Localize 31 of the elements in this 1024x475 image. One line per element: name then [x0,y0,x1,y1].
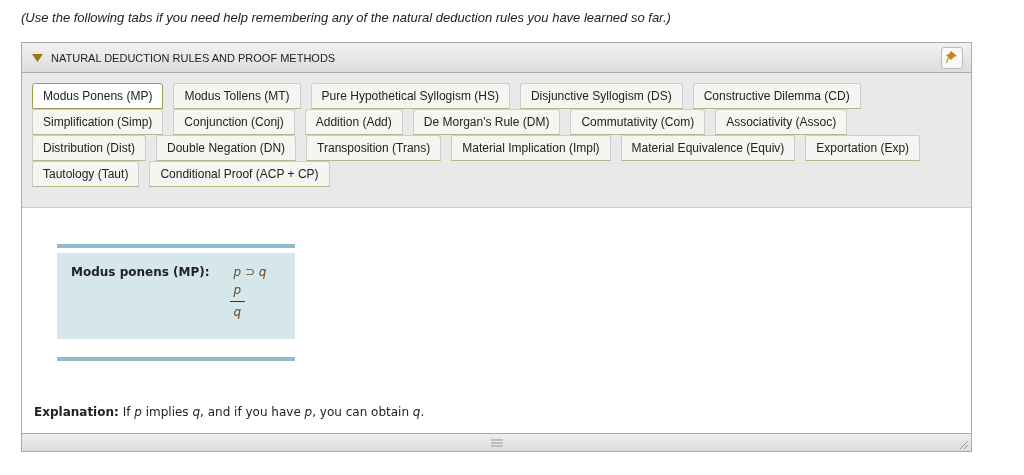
rule-tab[interactable]: Associativity (Assoc) [715,109,848,135]
rule-name: Modus ponens (MP): [71,265,210,281]
rule-tab[interactable]: Conjunction (Conj) [173,109,295,135]
rule-tab[interactable]: Double Negation (DN) [156,135,297,161]
rule-tab[interactable]: Addition (Add) [304,109,403,135]
rule-tab[interactable]: Disjunctive Syllogism (DS) [519,83,683,109]
premise: p ⊃ q [232,265,268,280]
panel-title: NATURAL DEDUCTION RULES AND PROOF METHODS [51,51,337,64]
rule-tab[interactable]: Transposition (Trans) [306,135,442,161]
rule-tab[interactable]: Tautology (Taut) [32,161,140,187]
rule-tab[interactable]: Exportation (Exp) [805,135,921,161]
explanation-text: Explanation: If p implies q, and if you have p, you can obtain q. [34,405,426,419]
rule-tab[interactable]: Material Implication (Impl) [451,135,611,161]
resize-grip-icon[interactable] [958,439,968,449]
rule-tab[interactable]: Pure Hypothetical Syllogism (HS) [310,83,510,109]
rule-tab[interactable]: Constructive Dilemma (CD) [692,83,861,109]
rule-tab[interactable]: Simplification (Simp) [32,109,164,135]
pin-button[interactable] [941,46,963,69]
rule-tab[interactable]: Distribution (Dist) [32,135,146,161]
rule-tab[interactable]: Modus Ponens (MP) [32,83,164,109]
premise: p [232,283,243,298]
rule-tab[interactable]: Conditional Proof (ACP + CP) [149,161,330,187]
conclusion: q [232,305,243,319]
rule-tab[interactable]: Material Equivalence (Equiv) [620,135,796,161]
instruction-text: (Use the following tabs if you need help remembering any of the natural deduction rules you have learned so far.) [21,10,672,25]
pin-icon [946,50,958,65]
drag-handle-icon[interactable] [490,438,503,447]
rule-tab[interactable]: Modus Tollens (MT) [173,83,301,109]
rule-tab[interactable]: De Morgan's Rule (DM) [412,109,561,135]
rule-tab[interactable]: Commutativity (Com) [570,109,706,135]
caret-icon[interactable] [32,53,43,62]
